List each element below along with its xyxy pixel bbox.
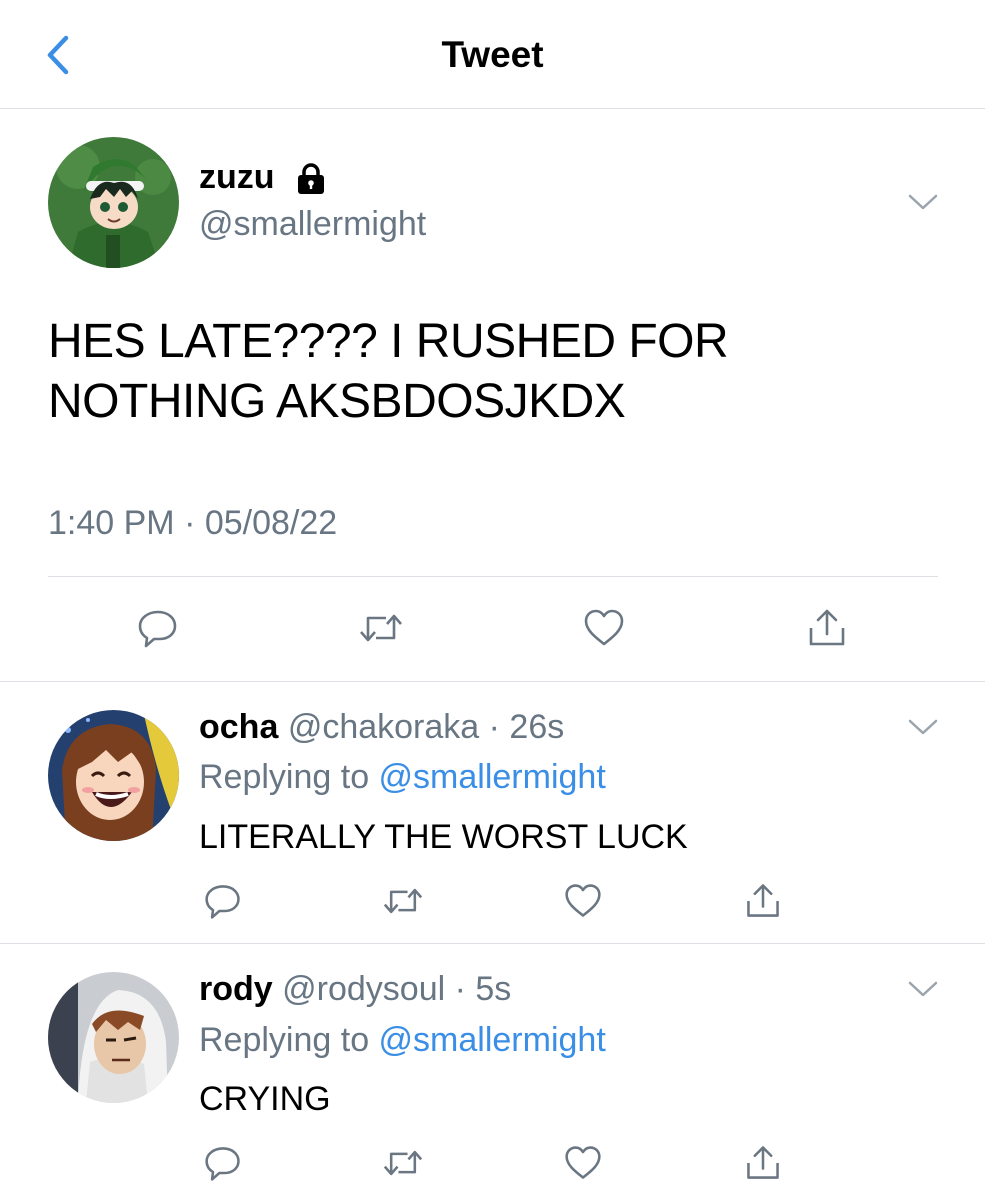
avatar-main[interactable] <box>48 137 179 268</box>
reply-button[interactable] <box>198 876 248 926</box>
divider <box>0 943 985 944</box>
retweet-button[interactable] <box>378 1138 428 1188</box>
like-button[interactable] <box>579 603 629 653</box>
reply-button[interactable] <box>198 1138 248 1188</box>
tweet-text-line: NOTHING AKSBDOSJKDX <box>48 375 626 428</box>
reply-header: rody @rodysoul · 5s <box>199 970 511 1009</box>
avatar-reply-rody[interactable] <box>48 972 179 1103</box>
reply-header: ocha @chakoraka · 26s <box>199 708 564 747</box>
share-button[interactable] <box>738 876 788 926</box>
like-icon <box>565 884 601 917</box>
page-title: Tweet <box>441 34 544 75</box>
reply-handle[interactable]: @rodysoul <box>282 970 445 1008</box>
more-options-button[interactable] <box>905 977 941 1001</box>
tweet-text: HES LATE???? I RUSHED FOR NOTHING AKSBDO… <box>48 312 729 432</box>
retweet-icon <box>383 1150 423 1176</box>
reply-icon <box>205 885 240 919</box>
reply-icon <box>138 610 177 648</box>
share-button[interactable] <box>802 603 852 653</box>
lock-icon <box>294 162 328 196</box>
user-handle[interactable]: @smallermight <box>199 205 426 244</box>
replying-to-line: Replying to @smallermight <box>199 1021 606 1060</box>
chevron-down-icon <box>908 194 938 210</box>
retweet-icon <box>383 888 423 914</box>
replying-to-label: Replying to <box>199 1021 379 1059</box>
reply-button[interactable] <box>133 603 183 653</box>
share-icon <box>747 884 779 917</box>
reply-display-name[interactable]: ocha <box>199 708 278 746</box>
share-icon <box>747 1146 779 1179</box>
avatar-reply-ocha[interactable] <box>48 710 179 841</box>
reply-display-name[interactable]: rody <box>199 970 273 1008</box>
like-button[interactable] <box>558 1138 608 1188</box>
retweet-button[interactable] <box>356 603 406 653</box>
reply-text: CRYING <box>199 1080 331 1118</box>
replying-to-link[interactable]: @smallermight <box>379 1021 606 1059</box>
more-options-button[interactable] <box>905 715 941 739</box>
avatar-image <box>48 137 179 268</box>
tweet-text-line: HES LATE???? I RUSHED FOR <box>48 315 729 368</box>
more-options-button[interactable] <box>905 190 941 214</box>
retweet-icon <box>360 614 402 642</box>
avatar-image <box>48 710 179 841</box>
avatar-image <box>48 972 179 1103</box>
divider <box>0 681 985 682</box>
chevron-down-icon <box>908 719 938 735</box>
divider <box>48 576 938 577</box>
tweet-timestamp[interactable]: 1:40 PM · 05/08/22 <box>48 504 337 543</box>
reply-time: · 26s <box>479 708 565 746</box>
reply-text: LITERALLY THE WORST LUCK <box>199 818 688 856</box>
reply-handle[interactable]: @chakoraka <box>288 708 479 746</box>
retweet-button[interactable] <box>378 876 428 926</box>
reply-time: · 5s <box>445 970 512 1008</box>
display-name[interactable]: zuzu <box>199 158 275 197</box>
like-icon <box>565 1146 601 1179</box>
replying-to-link[interactable]: @smallermight <box>379 758 606 796</box>
replying-to-line: Replying to @smallermight <box>199 758 606 797</box>
like-button[interactable] <box>558 876 608 926</box>
share-icon <box>809 609 845 646</box>
like-icon <box>584 609 624 646</box>
chevron-down-icon <box>908 981 938 997</box>
reply-icon <box>205 1147 240 1181</box>
replying-to-label: Replying to <box>199 758 379 796</box>
share-button[interactable] <box>738 1138 788 1188</box>
